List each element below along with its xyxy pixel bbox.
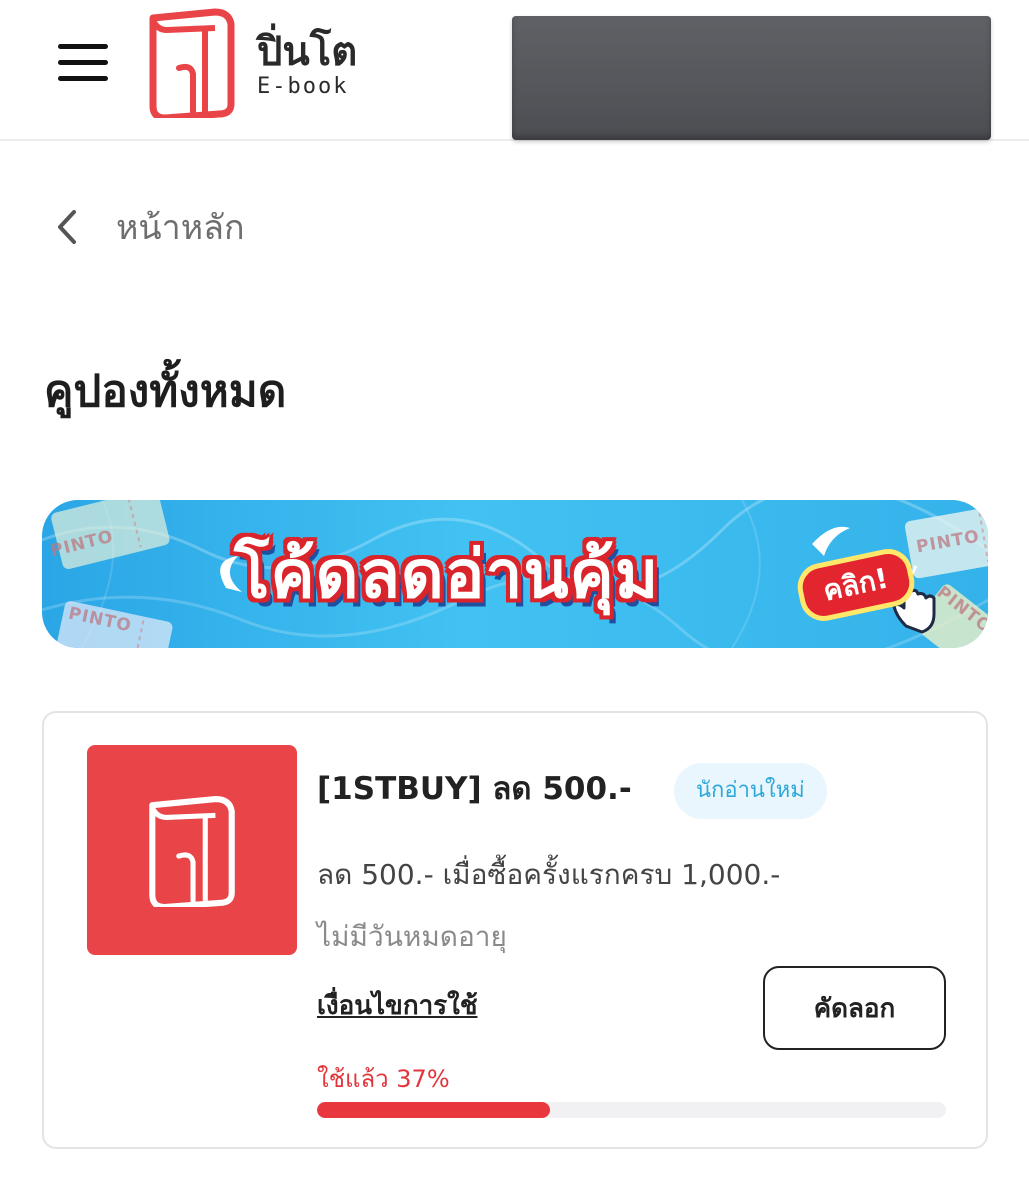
coupon-card: [1STBUY] ลด 500.- นักอ่านใหม่ ลด 500.- เ… bbox=[42, 711, 988, 1149]
hamburger-menu-icon[interactable] bbox=[58, 42, 110, 82]
logo-wordmark-thai: ปิ่นโต bbox=[257, 29, 358, 75]
copy-button[interactable]: คัดลอก bbox=[763, 966, 946, 1050]
coupon-description: ลด 500.- เมื่อซื้อครั้งแรกครบ 1,000.- bbox=[317, 858, 781, 891]
conditions-link[interactable]: เงื่อนไขการใช้ bbox=[317, 985, 477, 1026]
promo-banner[interactable]: PINTO PINTO PINTO PINTO โค้ดลดอ่านคุ้ม ค… bbox=[42, 500, 988, 648]
usage-progress-fill bbox=[317, 1102, 550, 1118]
book-logo-icon bbox=[149, 8, 235, 118]
splash-right bbox=[812, 526, 850, 556]
usage-label: ใช้แล้ว 37% bbox=[317, 1065, 450, 1093]
back-link[interactable]: หน้าหลัก bbox=[52, 204, 245, 250]
redacted-area bbox=[512, 16, 991, 140]
top-header: ปิ่นโต E-book bbox=[0, 0, 1029, 141]
logo-wordmark-english: E-book bbox=[257, 74, 349, 99]
coupon-thumbnail bbox=[87, 745, 297, 955]
coupon-code-title: [1STBUY] ลด 500.- bbox=[317, 771, 632, 807]
chevron-left-icon bbox=[58, 210, 76, 244]
banner-headline: โค้ดลดอ่านคุ้ม bbox=[234, 536, 660, 613]
coupon-expiry: ไม่มีวันหมดอายุ bbox=[317, 920, 507, 953]
status-badge: นักอ่านใหม่ bbox=[674, 763, 827, 819]
page-title: คูปองทั้งหมด bbox=[44, 366, 287, 417]
back-link-label: หน้าหลัก bbox=[116, 208, 245, 248]
coupons-page: ปิ่นโต E-book หน้าหลัก คูปองทั้งหมด PINT… bbox=[0, 0, 1029, 1200]
usage-progress-bar bbox=[317, 1102, 946, 1118]
brand-logo[interactable]: ปิ่นโต E-book bbox=[145, 8, 375, 120]
book-logo-icon bbox=[149, 796, 235, 907]
